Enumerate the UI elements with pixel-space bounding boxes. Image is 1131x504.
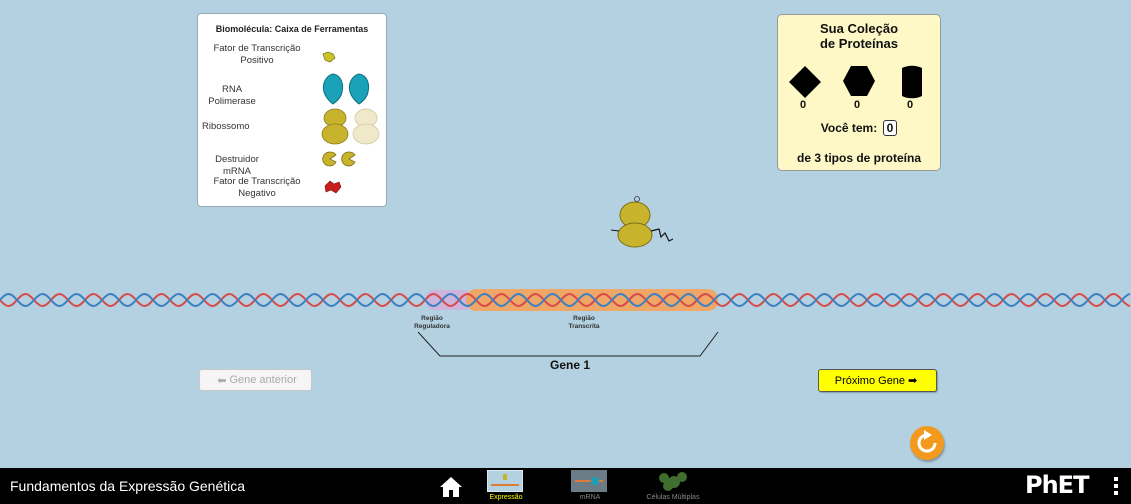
collection-title: Sua Coleção de Proteínas bbox=[778, 21, 940, 51]
mrna-screen-thumbnail bbox=[571, 470, 607, 492]
toolbox-label-ribosome: Ribossomo bbox=[202, 121, 250, 132]
arrow-right-icon: ➡ bbox=[908, 375, 918, 387]
toolbox-label-positive-tf: Fator de Transcrição Positivo bbox=[213, 43, 301, 66]
you-have-count: 0 bbox=[882, 120, 898, 136]
gene-bracket bbox=[417, 331, 719, 357]
toolbox-title: Biomolécula: Caixa de Ferramentas bbox=[215, 24, 369, 34]
screen-mrna-label: mRNA bbox=[579, 494, 601, 501]
you-have-label: Você tem: bbox=[820, 121, 878, 135]
screen-multiple-cells-label: Células Múltiplas bbox=[646, 494, 700, 501]
negative-transcription-factor-icon[interactable] bbox=[324, 179, 342, 195]
app-title: Fundamentos da Expressão Genética bbox=[10, 478, 246, 494]
reset-icon bbox=[917, 430, 937, 453]
positive-transcription-factor-icon[interactable] bbox=[321, 50, 337, 64]
toolbox-label-mrna-destroyer: Destruidor mRNA bbox=[215, 154, 259, 177]
you-have-row: Você tem: 0 bbox=[778, 120, 940, 136]
previous-gene-button[interactable]: ⬅ Gene anterior bbox=[199, 369, 312, 391]
dna-strand bbox=[0, 289, 1131, 311]
menu-dots-icon[interactable] bbox=[1112, 474, 1120, 498]
toolbox-label-rna-polymerase: RNA Polimerase bbox=[208, 84, 256, 107]
next-gene-label: Próximo Gene bbox=[834, 374, 906, 387]
phet-logo[interactable]: PhET bbox=[1025, 471, 1089, 499]
ribosome-icon[interactable] bbox=[321, 108, 381, 146]
mrna-destroyer-icon[interactable] bbox=[322, 151, 358, 167]
cylinder-protein-icon bbox=[902, 65, 922, 99]
multiple-cells-screen-thumbnail bbox=[659, 472, 687, 491]
rna-polymerase-icon[interactable] bbox=[321, 72, 373, 106]
diamond-protein-count: 0 bbox=[800, 99, 807, 111]
reset-all-button[interactable] bbox=[910, 426, 944, 460]
cylinder-protein-count: 0 bbox=[907, 99, 914, 111]
screen-expression-label: Expressão bbox=[489, 494, 523, 501]
navigation-bar: Fundamentos da Expressão Genética Expres… bbox=[0, 468, 1131, 504]
next-gene-button[interactable]: Próximo Gene ➡ bbox=[818, 369, 937, 392]
gene-label: Gene 1 bbox=[549, 358, 591, 372]
protein-collection-panel: Sua Coleção de Proteínas 0 0 0 Você tem:… bbox=[777, 14, 941, 171]
biomolecule-toolbox: Biomolécula: Caixa de Ferramentas Fator … bbox=[197, 13, 387, 207]
toolbox-label-negative-tf: Fator de Transcrição Negativo bbox=[213, 176, 301, 199]
hexagon-protein-count: 0 bbox=[854, 99, 861, 111]
collection-title-text: Sua Coleção de Proteínas bbox=[819, 21, 899, 51]
hexagon-protein-icon bbox=[843, 66, 875, 96]
screen-mrna-button[interactable]: mRNA bbox=[565, 469, 615, 503]
expression-screen-thumbnail bbox=[487, 470, 523, 492]
ribosome-with-mrna[interactable] bbox=[605, 193, 677, 251]
regulatory-region-label: Região Reguladora bbox=[414, 315, 450, 330]
home-icon[interactable] bbox=[439, 476, 463, 498]
diamond-protein-icon bbox=[789, 66, 821, 98]
arrow-left-icon: ⬅ bbox=[217, 374, 227, 387]
screen-expression-button[interactable]: Expressão bbox=[481, 469, 531, 503]
protein-types-text: de 3 tipos de proteína bbox=[796, 151, 922, 165]
previous-gene-label: Gene anterior bbox=[229, 374, 297, 386]
transcribed-region-label: Região Transcrita bbox=[568, 315, 600, 330]
screen-multiple-cells-button[interactable]: Células Múltiplas bbox=[647, 469, 699, 503]
